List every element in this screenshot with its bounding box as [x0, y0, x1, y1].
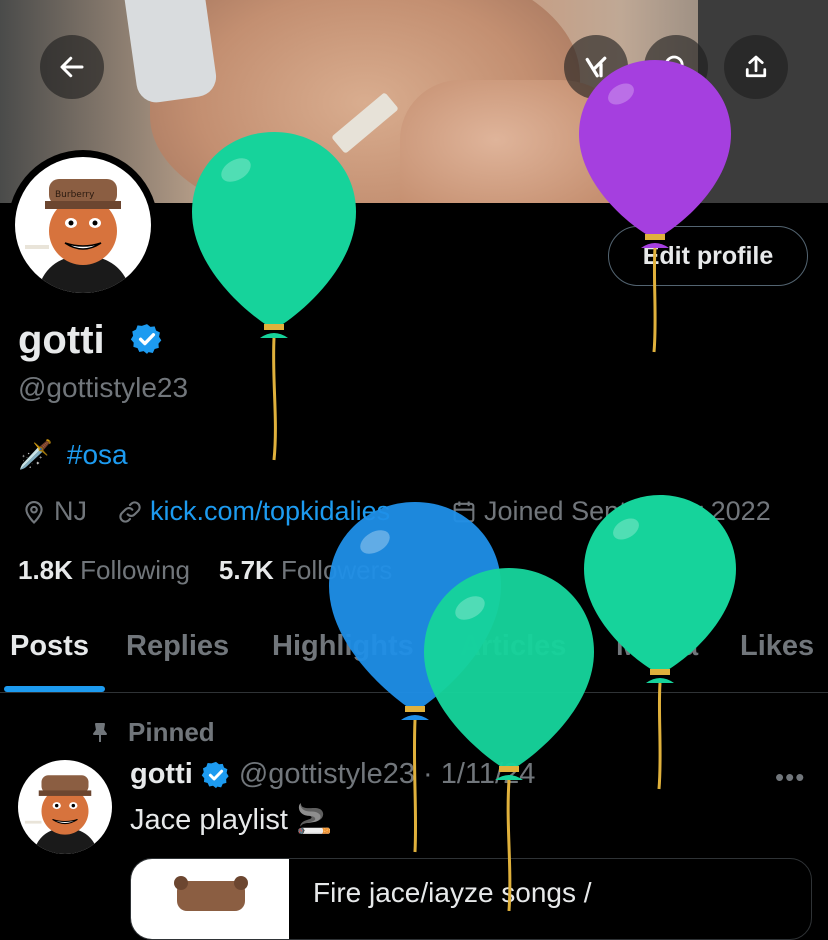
location-item: NJ	[20, 496, 87, 527]
location-pin-icon	[25, 500, 43, 524]
card-title: Fire jace/iayze songs /	[313, 877, 592, 908]
website-item[interactable]: kick.com/topkidalies	[116, 496, 390, 527]
banner-background	[698, 0, 828, 203]
dagger-emoji: 🗡️	[18, 439, 53, 470]
followers-link[interactable]: 5.7K Followers	[219, 555, 392, 585]
calendar-icon	[453, 501, 475, 522]
share-icon	[745, 55, 767, 78]
tab-posts[interactable]: Posts	[10, 630, 89, 663]
post-text: Jace playlist 🚬	[130, 804, 333, 836]
banner-hand	[400, 80, 640, 203]
pinned-label: Pinned	[88, 717, 215, 748]
post-more-button[interactable]: •••	[775, 762, 805, 793]
followers-label: Followers	[281, 555, 393, 585]
banner-cap	[121, 0, 219, 105]
profile-name: gotti	[18, 318, 105, 362]
profile-bio: 🗡️ #osa	[18, 438, 128, 471]
post-header: gotti @gottistyle23 · 1/11/24	[130, 758, 535, 791]
following-count: 1.8K	[18, 555, 73, 585]
following-label: Following	[80, 555, 190, 585]
arrow-left-icon	[60, 56, 84, 78]
joined-text: Joined September 2022	[484, 496, 771, 526]
bio-hashtag-link[interactable]: #osa	[67, 439, 128, 471]
pinned-text: Pinned	[128, 717, 215, 747]
follow-counts: 1.8K Following 5.7K Followers	[18, 555, 392, 586]
active-tab-indicator	[4, 686, 105, 692]
followers-count: 5.7K	[218, 555, 274, 585]
verified-badge-icon	[130, 324, 162, 354]
edit-profile-button[interactable]: Edit profile	[608, 226, 808, 286]
link-card[interactable]: Fire jace/iayze songs /	[130, 858, 812, 940]
profile-avatar[interactable]: Burberry	[8, 150, 158, 300]
profile-tabs: Posts Replies Highlights Articles Media …	[0, 620, 828, 693]
post-author-name[interactable]: gotti	[130, 758, 193, 791]
share-button[interactable]	[724, 35, 788, 99]
pin-icon	[93, 722, 107, 742]
card-thumbnail	[131, 859, 289, 939]
post-avatar[interactable]	[18, 760, 112, 854]
verified-badge-icon	[201, 761, 229, 788]
tab-likes[interactable]: Likes	[740, 630, 814, 663]
tab-media[interactable]: Media	[616, 630, 698, 663]
profile-handle: @gottistyle23	[18, 372, 189, 403]
tab-articles[interactable]: Articles	[460, 630, 566, 663]
search-button[interactable]	[644, 35, 708, 99]
link-icon	[119, 500, 141, 523]
grok-button[interactable]	[564, 35, 628, 99]
back-button[interactable]	[40, 35, 104, 99]
following-link[interactable]: 1.8K Following	[18, 555, 190, 585]
tab-highlights[interactable]: Highlights	[272, 630, 414, 663]
joined-item: Joined September 2022	[450, 496, 771, 527]
grok-icon	[585, 56, 607, 78]
website-link[interactable]: kick.com/topkidalies	[150, 496, 390, 527]
location-text: NJ	[54, 496, 87, 526]
avatar-image: Burberry	[15, 157, 151, 293]
search-icon	[664, 55, 688, 79]
post-handle-date: @gottistyle23 · 1/11/24	[238, 758, 536, 790]
avatar-cap-text: Burberry	[55, 190, 95, 200]
tab-replies[interactable]: Replies	[126, 630, 229, 663]
